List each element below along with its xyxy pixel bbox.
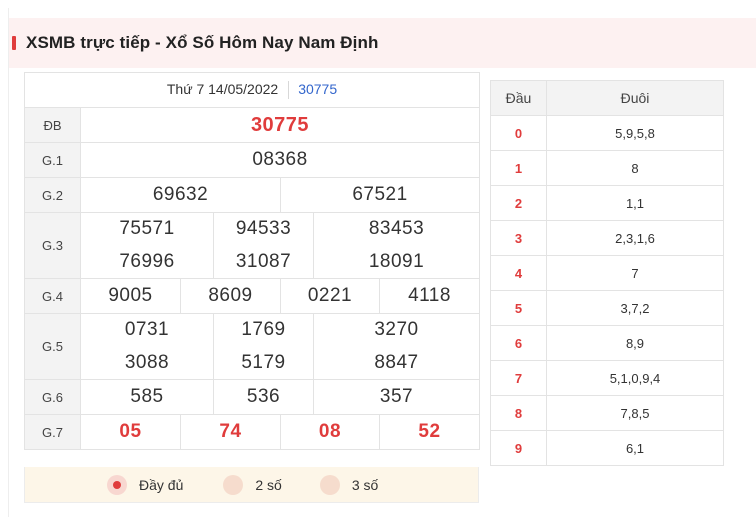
loto-row: 6 8,9 — [490, 325, 724, 361]
loto-head-digit: 7 — [490, 360, 547, 396]
loto-head-digit: 4 — [490, 255, 547, 291]
loto-head-digit: 9 — [490, 430, 547, 466]
loto-row: 3 2,3,1,6 — [490, 220, 724, 256]
loto-row: 9 6,1 — [490, 430, 724, 466]
draw-code-link[interactable]: 30775 — [298, 81, 337, 97]
g5-number: 3088 — [80, 346, 214, 380]
g7-number: 52 — [379, 414, 480, 450]
g4-number: 4118 — [379, 278, 480, 314]
prize-label-g6: G.6 — [24, 379, 81, 415]
loto-head-digit: 1 — [490, 150, 547, 186]
loto-head-digit: 8 — [490, 395, 547, 431]
loto-tail-digits: 5,9,5,8 — [546, 115, 724, 151]
panel-header: XSMB trực tiếp - Xổ Số Hôm Nay Nam Định — [9, 18, 756, 68]
option-full-label: Đầy đủ — [139, 476, 184, 493]
loto-row: 2 1,1 — [490, 185, 724, 221]
g2-number: 67521 — [280, 177, 480, 213]
loto-tail-digits: 7 — [546, 255, 724, 291]
radio-2-digits[interactable] — [223, 474, 244, 495]
option-full[interactable]: Đầy đủ — [107, 474, 184, 495]
g5-number: 5179 — [213, 346, 314, 380]
g7-number: 05 — [80, 414, 181, 450]
loto-tail-digits: 6,1 — [546, 430, 724, 466]
display-options: Đầy đủ 2 số 3 số — [24, 467, 479, 503]
loto-tail-digits: 1,1 — [546, 185, 724, 221]
loto-row: 47 — [490, 255, 724, 291]
loto-tail-digits: 8,9 — [546, 325, 724, 361]
header-accent-bar — [12, 36, 16, 50]
loto-head-digit: 3 — [490, 220, 547, 256]
radio-full[interactable] — [107, 474, 127, 495]
loto-tail-digits: 8 — [546, 150, 724, 186]
radio-3-digits[interactable] — [319, 474, 340, 495]
prize-label-g5: G.5 — [24, 313, 81, 380]
loto-tail-digits: 7,8,5 — [546, 395, 724, 431]
draw-date: Thứ 7 14/05/2022 — [166, 80, 279, 97]
g3-number: 94533 — [213, 212, 314, 246]
tail-column-header: Đuôi — [546, 80, 724, 116]
loto-tail-digits: 3,7,2 — [546, 290, 724, 326]
special-prize-number: 30775 — [80, 107, 480, 143]
g5-number: 1769 — [213, 313, 314, 347]
g2-number: 69632 — [80, 177, 281, 213]
g5-number: 8847 — [313, 346, 480, 380]
prize-label-g3: G.3 — [24, 212, 81, 279]
prize-label-g1: G.1 — [24, 142, 81, 178]
loto-row: 8 7,8,5 — [490, 395, 724, 431]
option-3-digits-label: 3 số — [351, 476, 379, 493]
draw-date-cell: Thứ 7 14/05/2022 30775 — [24, 72, 480, 108]
g3-number: 75571 — [80, 212, 214, 246]
g5-number: 3270 — [313, 313, 480, 347]
loto-head-digit: 6 — [490, 325, 547, 361]
loto-tail-digits: 5,1,0,9,4 — [546, 360, 724, 396]
g5-number: 0731 — [80, 313, 214, 347]
prize-label-g4: G.4 — [24, 278, 81, 314]
loto-head-digit: 0 — [490, 115, 547, 151]
option-2-digits[interactable]: 2 số — [223, 474, 282, 495]
prize-label-g2: G.2 — [24, 177, 81, 213]
g3-number: 31087 — [213, 245, 314, 279]
page-title: XSMB trực tiếp - Xổ Số Hôm Nay Nam Định — [26, 33, 379, 52]
option-2-digits-label: 2 số — [255, 476, 282, 493]
g4-number: 9005 — [80, 278, 181, 314]
prize-label-db: ĐB — [24, 107, 81, 143]
g7-number: 74 — [180, 414, 281, 450]
g1-number: 08368 — [80, 142, 480, 178]
option-3-digits[interactable]: 3 số — [319, 474, 379, 495]
prize-label-g7: G.7 — [24, 414, 81, 450]
loto-head-digit: 2 — [490, 185, 547, 221]
g6-number: 357 — [313, 379, 480, 415]
g6-number: 536 — [213, 379, 314, 415]
loto-head-digit: 5 — [490, 290, 547, 326]
head-column-header: Đầu — [490, 80, 547, 116]
g3-number: 83453 — [313, 212, 480, 246]
loto-row: 5 3,7,2 — [490, 290, 724, 326]
results-table: Thứ 7 14/05/2022 30775 ĐB 30775 G.1 08368… — [24, 72, 480, 450]
g7-number: 08 — [280, 414, 380, 450]
loto-row: 18 — [490, 150, 724, 186]
loto-head-tail-table: Đầu Đuôi 0 5,9,5,8 1 8 2 1,1 3 2,3,1,6 4 7 5 3,7,2 6… — [490, 80, 724, 466]
loto-tail-digits: 2,3,1,6 — [546, 220, 724, 256]
g3-number: 76996 — [80, 245, 214, 279]
loto-row: 7 5,1,0,9,4 — [490, 360, 724, 396]
g3-number: 18091 — [313, 245, 480, 279]
loto-row: 0 5,9,5,8 — [490, 115, 724, 151]
g6-number: 585 — [80, 379, 214, 415]
g4-number: 8609 — [180, 278, 281, 314]
g4-number: 0221 — [280, 278, 380, 314]
